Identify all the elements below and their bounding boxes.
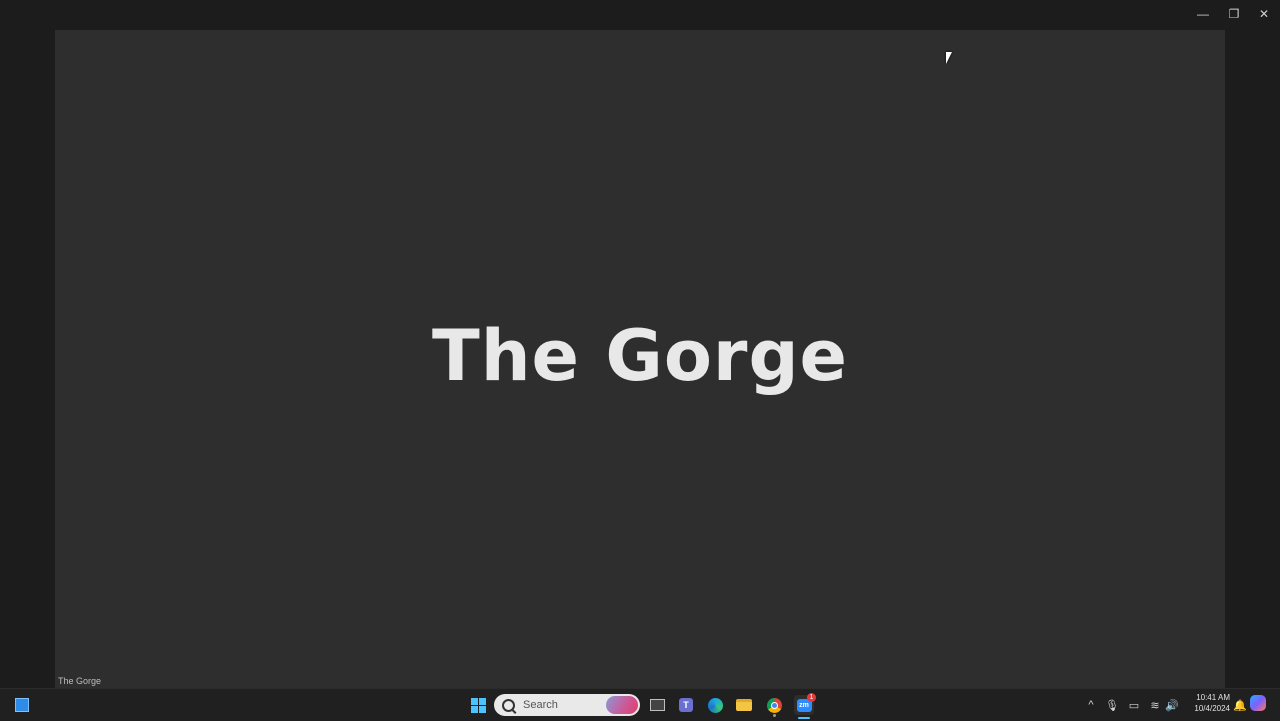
volume-icon[interactable]: 🔊 xyxy=(1164,695,1180,715)
zoom-button[interactable]: zm 1 xyxy=(794,693,816,719)
teams-button[interactable]: T xyxy=(676,695,696,715)
mouse-cursor-icon xyxy=(946,52,952,64)
show-hidden-icons-button[interactable]: ^ xyxy=(1083,695,1099,715)
teams-icon: T xyxy=(679,698,693,712)
slide-caption: The Gorge xyxy=(58,676,102,686)
microphone-icon[interactable]: 🎙 xyxy=(1104,695,1120,715)
clock-time: 10:41 AM xyxy=(1196,693,1230,702)
title-bar: — ❐ ✕ xyxy=(0,0,1280,28)
clock-date: 10/4/2024 xyxy=(1194,704,1230,713)
search-icon xyxy=(502,698,515,712)
windows-logo-icon xyxy=(470,697,486,713)
slide-canvas[interactable]: The Gorge xyxy=(55,30,1225,688)
start-button[interactable] xyxy=(468,695,488,715)
notifications-icon[interactable]: 🔔 xyxy=(1232,695,1248,715)
chrome-running-indicator xyxy=(773,714,776,717)
copilot-icon xyxy=(1250,695,1266,711)
edge-icon xyxy=(707,697,723,713)
chrome-icon xyxy=(766,697,782,713)
task-view-icon xyxy=(649,699,665,711)
display-icon[interactable]: ▭ xyxy=(1126,695,1142,715)
system-clock[interactable]: 10:41 AM 10/4/2024 xyxy=(1184,692,1230,714)
slide-title: The Gorge xyxy=(431,315,849,397)
notification-badge: 1 xyxy=(807,693,816,702)
chrome-button[interactable] xyxy=(764,695,784,715)
presentation-window: — ❐ ✕ The Gorge The Gorge xyxy=(0,0,1280,688)
copilot-button[interactable] xyxy=(1250,695,1270,715)
active-app-indicator xyxy=(798,717,810,719)
folder-icon xyxy=(736,699,752,711)
maximize-button[interactable]: ❐ xyxy=(1221,4,1247,24)
edge-button[interactable] xyxy=(705,695,725,715)
task-view-button[interactable] xyxy=(647,695,667,715)
taskbar-search-box[interactable]: Search xyxy=(494,694,640,716)
minimize-button[interactable]: — xyxy=(1190,4,1216,24)
wifi-icon[interactable]: ≋ xyxy=(1147,695,1163,715)
file-explorer-button[interactable] xyxy=(734,695,754,715)
widgets-icon xyxy=(15,698,29,712)
taskbar: Search T zm 1 ^ 🎙 ▭ ≋ 🔊 10:41 AM 10/4/20… xyxy=(0,688,1280,721)
widgets-button[interactable] xyxy=(12,695,32,715)
search-highlight-image xyxy=(606,696,638,714)
close-button[interactable]: ✕ xyxy=(1251,4,1277,24)
search-placeholder: Search xyxy=(523,699,558,711)
